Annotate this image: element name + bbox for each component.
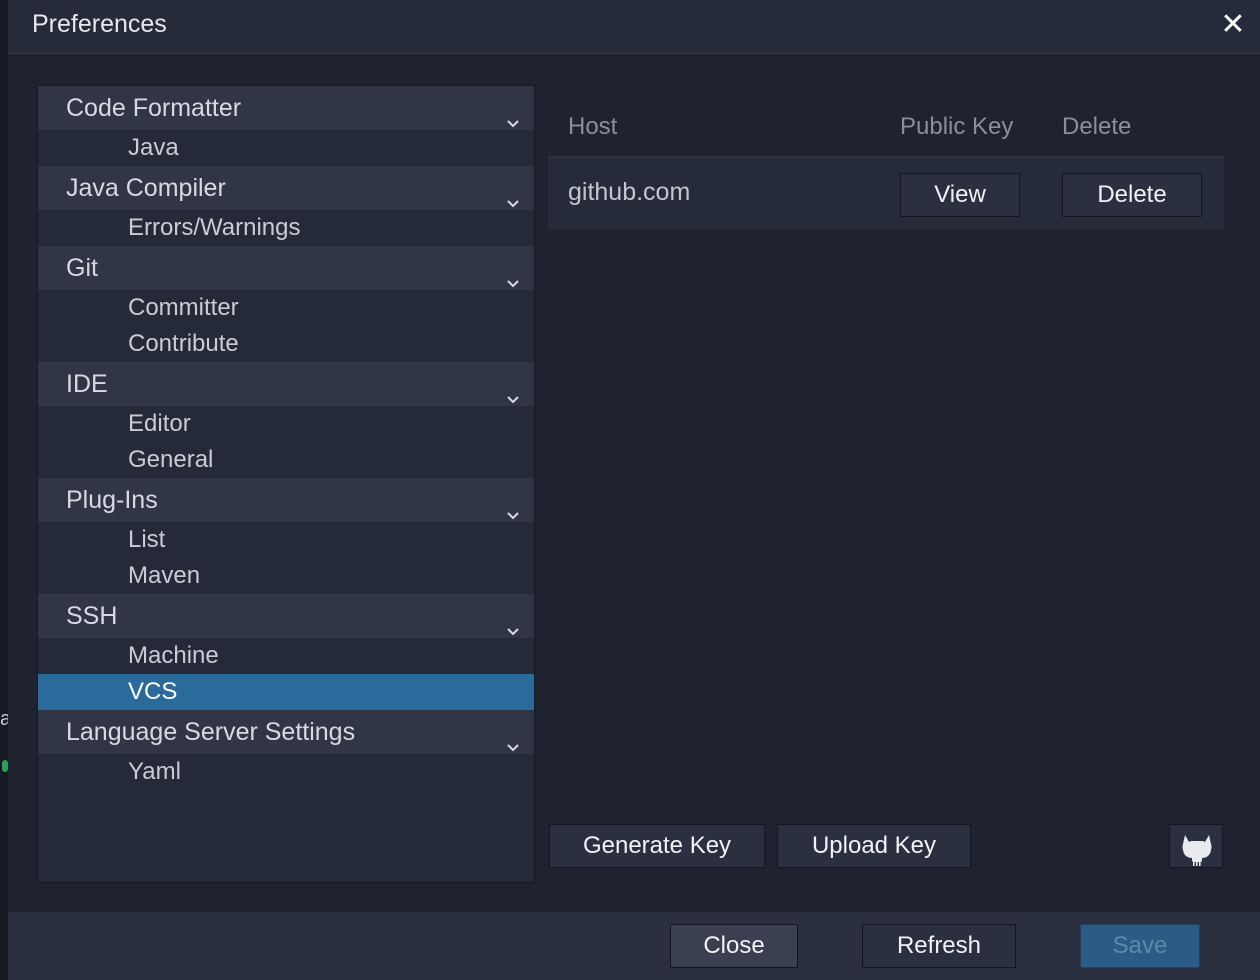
tree-item-committer[interactable]: Committer [38, 290, 534, 326]
chevron-down-icon[interactable] [506, 181, 520, 208]
host-cell: github.com [568, 178, 691, 206]
chevron-down-icon[interactable] [506, 493, 520, 520]
tree-item-maven[interactable]: Maven [38, 558, 534, 594]
close-icon[interactable]: ✕ [1218, 8, 1248, 42]
refresh-button[interactable]: Refresh [862, 924, 1016, 968]
tree-group-label: Git [66, 254, 98, 282]
tree-item-java[interactable]: Java [38, 130, 534, 166]
tree-group-ssh[interactable]: SSH [38, 594, 534, 638]
chevron-down-icon[interactable] [506, 725, 520, 752]
table-row: github.com View Delete [548, 158, 1224, 230]
github-icon [1182, 835, 1212, 866]
tree-group-label: Language Server Settings [66, 718, 356, 746]
tree-group-label: SSH [66, 602, 118, 630]
preferences-tree: Code Formatter Java Java Compiler Errors/Wa… [37, 85, 535, 883]
tree-group-git[interactable]: Git [38, 246, 534, 290]
preferences-dialog: Preferences ✕ Code Formatter Java Java Com… [8, 0, 1260, 980]
save-button: Save [1080, 924, 1200, 968]
delete-key-button[interactable]: Delete [1062, 173, 1202, 217]
tree-group-label: Plug-Ins [66, 486, 158, 514]
tree-group-plug-ins[interactable]: Plug-Ins [38, 478, 534, 522]
github-button[interactable] [1169, 824, 1223, 868]
close-button[interactable]: Close [670, 924, 798, 968]
tree-group-label: Code Formatter [66, 94, 242, 122]
tree-item-vcs[interactable]: VCS [38, 674, 534, 710]
chevron-down-icon[interactable] [506, 261, 520, 288]
tree-item-editor[interactable]: Editor [38, 406, 534, 442]
tree-group-label: Java Compiler [66, 174, 226, 202]
column-header-host: Host [568, 113, 618, 140]
tree-item-yaml[interactable]: Yaml [38, 754, 534, 790]
ssh-keys-panel: Host Public Key Delete github.com View D… [548, 100, 1224, 230]
tree-item-machine[interactable]: Machine [38, 638, 534, 674]
tree-item-errors-warnings[interactable]: Errors/Warnings [38, 210, 534, 246]
title-bar: Preferences ✕ [8, 0, 1260, 54]
chevron-down-icon[interactable] [506, 377, 520, 404]
tree-item-general[interactable]: General [38, 442, 534, 478]
dialog-footer: Close Refresh Save [8, 912, 1260, 980]
chevron-down-icon[interactable] [506, 101, 520, 128]
view-key-button[interactable]: View [900, 173, 1020, 217]
background-ide: a [0, 0, 11, 980]
column-header-delete: Delete [1062, 113, 1132, 140]
upload-key-button[interactable]: Upload Key [777, 824, 971, 868]
column-header-public-key: Public Key [900, 113, 1014, 140]
tree-group-java-compiler[interactable]: Java Compiler [38, 166, 534, 210]
tree-item-list[interactable]: List [38, 522, 534, 558]
keys-table-header: Host Public Key Delete [548, 100, 1224, 158]
generate-key-button[interactable]: Generate Key [549, 824, 765, 868]
tree-group-code-formatter[interactable]: Code Formatter [38, 86, 534, 130]
tree-group-ide[interactable]: IDE [38, 362, 534, 406]
chevron-down-icon[interactable] [506, 609, 520, 636]
dialog-title: Preferences [32, 10, 167, 38]
tree-group-language-server-settings[interactable]: Language Server Settings [38, 710, 534, 754]
tree-group-label: IDE [66, 370, 108, 398]
tree-item-contribute[interactable]: Contribute [38, 326, 534, 362]
